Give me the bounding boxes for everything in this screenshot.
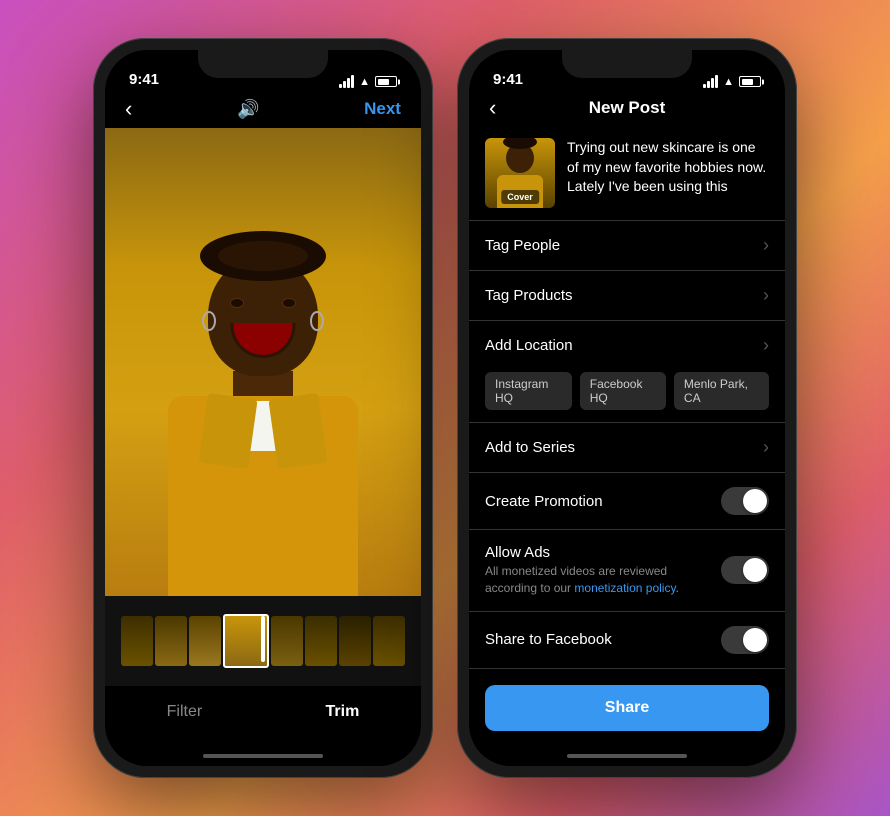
post-content-area[interactable]: Cover Trying out new skincare is one of … — [469, 126, 785, 746]
allow-ads-sublabel: All monetized videos are reviewed accord… — [485, 563, 721, 597]
chevron-right-icon-series: › — [763, 437, 769, 458]
add-to-series-row[interactable]: Add to Series › — [469, 423, 785, 473]
timeline-strip — [121, 612, 405, 670]
back-button-2[interactable]: ‹ — [489, 97, 496, 119]
location-tag-1[interactable]: Facebook HQ — [580, 372, 666, 410]
allow-ads-toggle[interactable] — [721, 556, 769, 584]
post-caption[interactable]: Trying out new skincare is one of my new… — [567, 138, 769, 208]
monetization-policy-link[interactable]: monetization policy — [574, 581, 675, 595]
add-to-series-label: Add to Series — [485, 439, 575, 456]
cover-thumbnail[interactable]: Cover — [485, 138, 555, 208]
tag-people-row[interactable]: Tag People › — [469, 221, 785, 271]
film-frame-6[interactable] — [339, 616, 371, 666]
tag-people-label: Tag People — [485, 237, 560, 254]
time-1: 9:41 — [129, 71, 159, 88]
share-facebook-label: Share to Facebook — [485, 631, 612, 648]
location-tag-0[interactable]: Instagram HQ — [485, 372, 572, 410]
sound-icon: 🔊 — [237, 99, 259, 120]
create-promotion-row[interactable]: Create Promotion — [469, 473, 785, 530]
home-indicator-2 — [469, 746, 785, 766]
battery-icon-2 — [739, 76, 761, 87]
status-icons-2: ▲ — [703, 75, 761, 88]
playhead — [261, 616, 265, 662]
film-frame-0[interactable] — [121, 616, 153, 666]
cover-label: Cover — [501, 190, 539, 204]
add-location-row[interactable]: Add Location › — [469, 321, 785, 364]
add-location-label: Add Location — [485, 337, 573, 354]
share-facebook-row[interactable]: Share to Facebook — [469, 612, 785, 669]
page-title: New Post — [589, 98, 666, 118]
phone-2: 9:41 ▲ ‹ New Post — [457, 38, 797, 778]
tag-products-row[interactable]: Tag Products › — [469, 271, 785, 321]
back-button-1[interactable]: ‹ — [125, 98, 132, 120]
chevron-right-icon-tag-products: › — [763, 285, 769, 306]
create-promotion-toggle[interactable] — [721, 487, 769, 515]
phone-1-nav: ‹ 🔊 Next — [105, 94, 421, 128]
video-person — [105, 128, 421, 596]
phone-2-nav: ‹ New Post — [469, 94, 785, 126]
film-frame-7[interactable] — [373, 616, 405, 666]
phone-1: 9:41 ▲ ‹ 🔊 Next — [93, 38, 433, 778]
allow-ads-label: Allow Ads — [485, 544, 721, 561]
location-tags-area: Instagram HQ Facebook HQ Menlo Park, CA — [469, 364, 785, 423]
tag-products-label: Tag Products — [485, 287, 573, 304]
film-frame-2[interactable] — [189, 616, 221, 666]
next-button[interactable]: Next — [364, 99, 401, 119]
signal-icon-2 — [703, 75, 718, 88]
home-bar-2 — [567, 754, 687, 758]
phone-2-screen: 9:41 ▲ ‹ New Post — [469, 50, 785, 766]
chevron-right-icon-location: › — [763, 335, 769, 356]
notch-1 — [198, 50, 328, 78]
timeline-area[interactable] — [105, 596, 421, 686]
status-icons-1: ▲ — [339, 75, 397, 88]
phone-1-screen: 9:41 ▲ ‹ 🔊 Next — [105, 50, 421, 766]
share-btn-area: Share — [469, 669, 785, 746]
home-indicator-1 — [105, 746, 421, 766]
notch-2 — [562, 50, 692, 78]
signal-icon-1 — [339, 75, 354, 88]
bottom-nav-1: Filter Trim — [105, 686, 421, 746]
share-button[interactable]: Share — [485, 685, 769, 731]
wifi-icon-2: ▲ — [723, 76, 734, 88]
create-promotion-label: Create Promotion — [485, 493, 603, 510]
sound-control[interactable]: 🔊 — [237, 99, 259, 120]
wifi-icon-1: ▲ — [359, 76, 370, 88]
film-frame-3-selected[interactable] — [223, 614, 269, 668]
allow-ads-row[interactable]: Allow Ads All monetized videos are revie… — [469, 530, 785, 612]
location-tag-2[interactable]: Menlo Park, CA — [674, 372, 769, 410]
home-bar-1 — [203, 754, 323, 758]
video-preview — [105, 128, 421, 596]
film-frame-4[interactable] — [271, 616, 303, 666]
trim-tab[interactable]: Trim — [326, 703, 360, 721]
film-frame-1[interactable] — [155, 616, 187, 666]
share-facebook-toggle[interactable] — [721, 626, 769, 654]
post-preview: Cover Trying out new skincare is one of … — [469, 126, 785, 221]
filter-tab[interactable]: Filter — [167, 703, 203, 721]
time-2: 9:41 — [493, 71, 523, 88]
film-frame-5[interactable] — [305, 616, 337, 666]
allow-ads-left: Allow Ads All monetized videos are revie… — [485, 544, 721, 597]
chevron-right-icon-tag-people: › — [763, 235, 769, 256]
battery-icon-1 — [375, 76, 397, 87]
